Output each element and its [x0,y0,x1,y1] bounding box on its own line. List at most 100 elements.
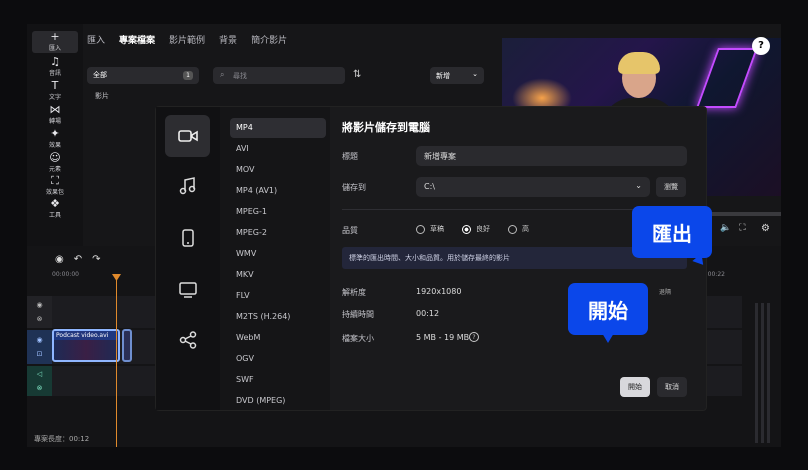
speaker-icon[interactable]: ◁ [37,370,42,378]
rail-effects[interactable]: ✦ 效果 [32,128,78,150]
tab-mobile[interactable] [165,217,210,259]
cancel-button[interactable]: 取消 [657,377,687,397]
undock-label[interactable]: 退隔 [659,287,671,296]
tab-computer[interactable] [165,115,210,157]
help-icon[interactable]: ? [752,37,770,55]
phone-icon [181,229,194,247]
format-wmv[interactable]: WMV [230,244,326,264]
link-icon[interactable]: ⊗ [37,315,43,323]
ruler-tick: 00:00:00 [52,271,79,278]
format-mov[interactable]: MOV [230,160,326,180]
rail-elements[interactable]: ☺ 元素 [32,152,78,174]
track-header-video[interactable]: ◉ ⊡ [27,330,52,364]
format-mpeg2[interactable]: MPEG-2 [230,223,326,243]
eye-icon[interactable]: ◉ [36,336,42,344]
format-mp4-av1[interactable]: MP4 (AV1) [230,181,326,201]
rail-import[interactable]: + 匯入 [32,31,78,53]
transition-icon: ⋈ [49,103,61,116]
tab-backgrounds[interactable]: 背景 [219,32,237,50]
tab-audio[interactable] [165,165,210,207]
chevron-down-icon: ⌄ [635,181,642,190]
video-camera-icon [177,130,198,142]
rail-text[interactable]: T 文字 [32,80,78,102]
rail-label: 音訊 [48,70,61,77]
format-flv[interactable]: FLV [230,286,326,306]
quality-good[interactable]: 良好 [462,224,490,234]
rail-packs[interactable]: ⛶ 效果包 [32,175,78,197]
filesize-label: 檔案大小 [342,334,374,343]
rail-transitions[interactable]: ⋈ 轉場 [32,104,78,126]
radio-icon [508,224,517,234]
resolution-label: 解析度 [342,288,366,297]
export-dialog: MP4 AVI MOV MP4 (AV1) MPEG-1 MPEG-2 WMV … [156,107,706,410]
eye-icon[interactable]: ◉ [36,301,42,309]
quality-high[interactable]: 高 [508,224,529,234]
format-dvd[interactable]: DVD (MPEG) [230,391,326,410]
volume-fullscreen-icons[interactable]: 🔈⛶ [720,223,754,233]
save-to-select[interactable]: C:\ ⌄ [416,177,650,197]
sparkle-icon: ✦ [50,127,60,140]
callout-export: 匯出 [632,206,712,258]
share-icon [179,331,196,349]
chevron-down-icon: ⌄ [472,70,478,78]
bag-icon: ⛶ [51,174,59,187]
clip-title: Podcast video.avi [54,331,118,340]
filesize-value: 5 MB - 19 MB [416,333,470,342]
tab-tv[interactable] [165,269,210,311]
track-header-audio[interactable]: ◁ ⊗ [27,366,52,396]
title-input[interactable]: 新增專案 [416,146,687,166]
format-mpeg1[interactable]: MPEG-1 [230,202,326,222]
search-input[interactable]: ⌕ 尋找 [213,67,345,84]
link-icon[interactable]: ⊗ [37,384,43,392]
tab-sample-videos[interactable]: 影片範例 [169,32,205,50]
format-mkv[interactable]: MKV [230,265,326,285]
music-note-icon: ♫ [50,55,60,68]
media-tabs: 匯入 專案檔案 影片範例 背景 簡介影片 [87,32,287,50]
playhead[interactable] [116,276,117,447]
filter-all[interactable]: 全部 1 [87,67,199,84]
rail-label: 效果包 [45,189,64,196]
timeline-tools[interactable]: ◉↶↷ [55,254,110,265]
format-ogv[interactable]: OGV [230,349,326,369]
format-list: MP4 AVI MOV MP4 (AV1) MPEG-1 MPEG-2 WMV … [220,107,330,410]
audio-meter [743,298,773,443]
rail-label: 工具 [48,212,61,219]
tools-icon: ❖ [50,197,60,210]
rail-label: 匯入 [48,45,61,52]
export-target-tabs [156,107,220,410]
tab-intro-videos[interactable]: 簡介影片 [251,32,287,50]
radio-icon [416,224,425,234]
new-button-label: 新增 [436,72,450,80]
tab-import[interactable]: 匯入 [87,32,105,50]
rail-audio[interactable]: ♫ 音訊 [32,56,78,78]
quality-draft[interactable]: 草稿 [416,224,444,234]
format-avi[interactable]: AVI [230,139,326,159]
format-webm[interactable]: WebM [230,328,326,348]
callout-start-text: 開始 [588,298,628,323]
new-button[interactable]: 新增 ⌄ [430,67,484,84]
format-mp4[interactable]: MP4 [230,118,326,138]
format-m2ts[interactable]: M2TS (H.264) [230,307,326,327]
search-placeholder: 尋找 [233,72,247,80]
dialog-title: 將影片儲存到電腦 [342,121,430,134]
lock-icon[interactable]: ⊡ [37,350,43,358]
duration-label: 持續時間 [342,310,374,319]
video-clip[interactable] [122,329,132,362]
browse-button[interactable]: 瀏覽 [656,177,686,197]
sort-icon[interactable]: ⇅ [353,69,361,80]
rail-label: 文字 [48,94,61,101]
video-clip[interactable]: Podcast video.avi [52,329,120,362]
tab-project-files[interactable]: 專案檔案 [119,32,155,50]
tab-share[interactable] [165,319,210,361]
neon-bolt-decor [696,48,758,108]
filter-clips[interactable]: 影片 [95,91,109,101]
start-button[interactable]: 開始 [620,377,650,397]
callout-export-text: 匯出 [652,221,692,246]
gear-icon[interactable]: ⚙ [761,223,770,234]
music-note-icon [179,177,195,195]
track-header-text[interactable]: ◉ ⊗ [27,296,52,328]
save-to-value: C:\ [424,182,435,191]
format-swf[interactable]: SWF [230,370,326,390]
rail-tools[interactable]: ❖ 工具 [32,198,78,220]
info-icon[interactable]: ? [469,332,479,342]
